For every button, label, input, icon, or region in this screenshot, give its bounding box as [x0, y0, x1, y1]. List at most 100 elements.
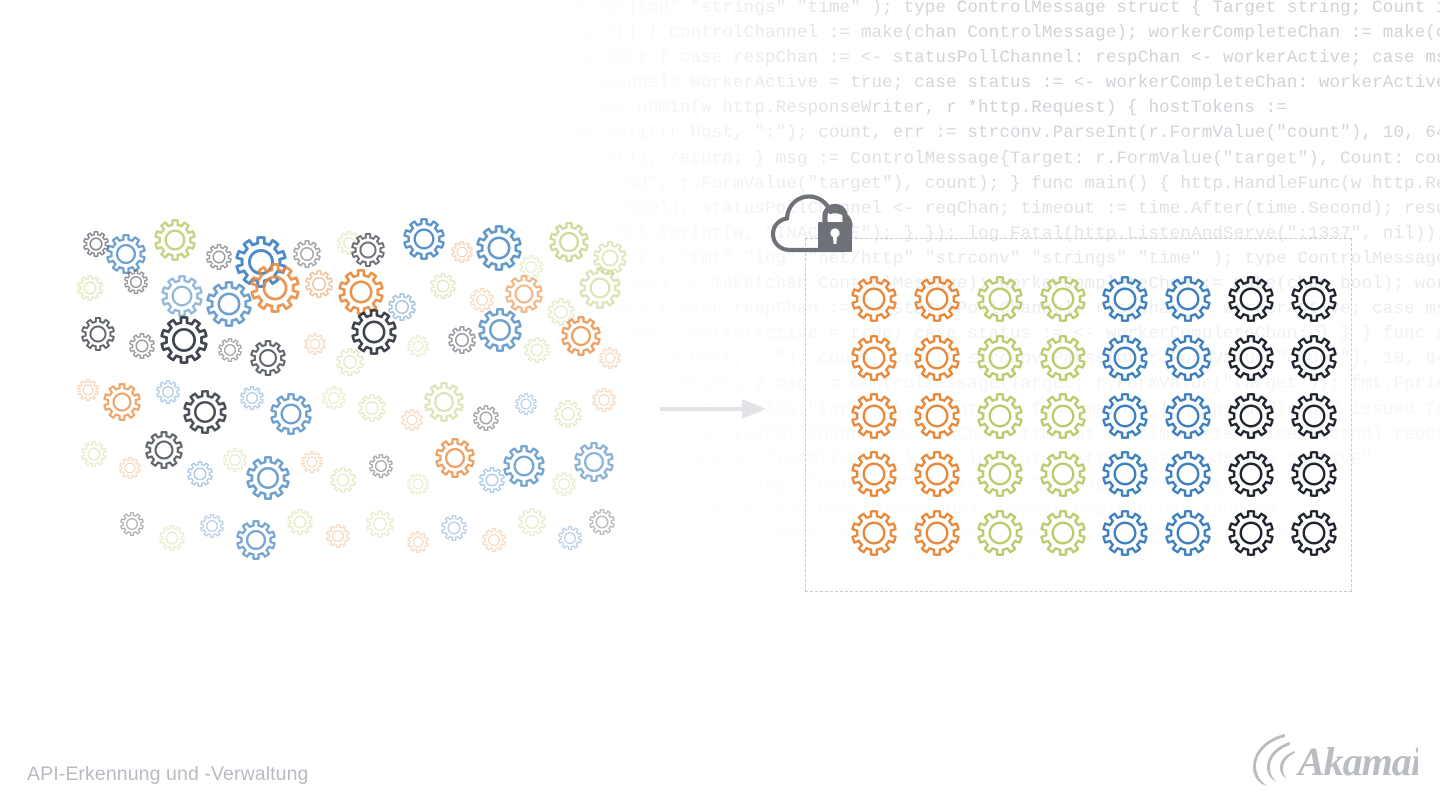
- gear-icon: [906, 328, 969, 386]
- gear-icon: [503, 445, 545, 492]
- gear-icon: [358, 394, 386, 427]
- gear-icon: [351, 232, 385, 272]
- cloud-lock-icon: [770, 186, 862, 262]
- managed-apis-grid: [843, 270, 1345, 562]
- gear-icon: [1282, 270, 1345, 328]
- code-line: err.Error()); return; } msg := ControlMe…: [520, 148, 1440, 169]
- gear-icon: [579, 267, 621, 314]
- gear-icon: [246, 455, 290, 505]
- code-line: %s, count %d", r.FormValue("target"), co…: [520, 173, 1440, 194]
- code-line: strings.Split(r.Host, ":"); count, err m…: [520, 799, 1440, 810]
- gear-icon: [1157, 387, 1220, 445]
- gear-icon: [906, 387, 969, 445]
- gear-icon: [448, 326, 476, 359]
- gear-icon: [403, 218, 445, 265]
- gear-icon: [287, 509, 313, 540]
- gear-icon: [322, 385, 346, 415]
- gear-icon: [906, 445, 969, 503]
- gear-icon: [478, 307, 522, 357]
- gear-icon: [476, 225, 522, 276]
- page-title: API-Erkennung und -Verwaltung: [27, 763, 309, 785]
- gear-icon: [843, 387, 906, 445]
- code-line: } } } func admin(w http.ResponseWriter, …: [520, 98, 1287, 119]
- gear-icon: [1031, 270, 1094, 328]
- gear-icon: [479, 467, 505, 498]
- gear-icon: [1220, 270, 1283, 328]
- gear-icon: [574, 441, 614, 487]
- gear-icon: [401, 409, 423, 436]
- gear-icon: [407, 473, 429, 500]
- gear-icon: [1282, 445, 1345, 503]
- gear-icon: [1094, 387, 1157, 445]
- gear-icon: [969, 445, 1032, 503]
- gear-icon: [119, 457, 141, 484]
- gear-icon: [1220, 328, 1283, 386]
- code-line: make(chan bool); statusPollChannel <- re…: [520, 650, 1181, 671]
- unmanaged-apis-scatter: [72, 218, 642, 590]
- gear-icon: [1282, 504, 1345, 562]
- gear-icon: [430, 273, 456, 304]
- gear-icon: [1157, 445, 1220, 503]
- arrow-right-icon: [660, 398, 766, 420]
- code-line: err.Error()); return; } msg := ControlMe…: [520, 600, 1202, 621]
- gear-icon: [843, 270, 906, 328]
- gear-icon: [599, 347, 621, 374]
- gear-icon: [1094, 445, 1157, 503]
- gear-icon: [592, 387, 616, 417]
- gear-icon: [407, 531, 429, 558]
- gear-icon: [145, 431, 183, 474]
- gear-icon: [554, 400, 582, 433]
- gear-icon: [159, 525, 185, 556]
- gear-icon: [1031, 445, 1094, 503]
- gear-icon: [250, 340, 286, 381]
- gear-icon: [305, 270, 333, 303]
- gear-icon: [1220, 445, 1283, 503]
- gear-icon: [129, 333, 155, 364]
- gear-icon: [969, 328, 1032, 386]
- gear-icon: [301, 451, 323, 478]
- gear-icon: [843, 328, 906, 386]
- gear-icon: [424, 381, 464, 427]
- gear-icon: [407, 335, 429, 362]
- code-line: } else { fmt.Fprint(w, "INACTIVE"); } })…: [520, 675, 1149, 696]
- gear-icon: [1157, 270, 1220, 328]
- code-line: for { select { case respChan := <- statu…: [520, 48, 1440, 69]
- gear-icon: [223, 447, 247, 477]
- akamai-logo: Akamai: [1250, 730, 1423, 788]
- code-line: make(chan bool); statusPollChannel <- re…: [520, 198, 1440, 219]
- code-line: %s, count %d", r.FormValue("target"), co…: [520, 625, 1192, 646]
- gear-icon: [561, 315, 601, 361]
- gear-icon: [236, 519, 276, 565]
- gear-icon: [120, 511, 144, 541]
- gear-icon: [558, 525, 582, 555]
- code-line: strings.Split(r.Host, ":"); count, err :…: [520, 123, 1440, 144]
- gear-icon: [369, 453, 393, 483]
- gear-icon: [969, 270, 1032, 328]
- gear-icon: [330, 467, 356, 498]
- gear-icon: [200, 513, 224, 543]
- gear-icon: [77, 275, 103, 306]
- gear-icon: [154, 219, 196, 266]
- gear-icon: [1157, 328, 1220, 386]
- gear-icon: [906, 504, 969, 562]
- gear-icon: [473, 405, 499, 436]
- gear-icon: [1094, 270, 1157, 328]
- gear-icon: [1220, 387, 1283, 445]
- gear-icon: [218, 337, 242, 367]
- gear-icon: [270, 393, 312, 440]
- gear-icon: [1031, 328, 1094, 386]
- gear-icon: [81, 316, 115, 356]
- gear-icon: [240, 385, 264, 415]
- gear-icon: [250, 262, 300, 318]
- gear-icon: [77, 379, 99, 406]
- code-line: main; import ( "fmt" "log" "net/http" "s…: [520, 700, 1096, 721]
- gear-icon: [524, 337, 550, 368]
- gear-icon: [549, 221, 589, 267]
- gear-icon: [906, 270, 969, 328]
- gear-icon: [1157, 504, 1220, 562]
- gear-icon: [589, 509, 615, 540]
- code-line: "encoding/json" "strings" "time" ); type…: [520, 0, 1440, 18]
- gear-icon: [81, 441, 107, 472]
- gear-icon: [1282, 328, 1345, 386]
- gear-icon: [969, 504, 1032, 562]
